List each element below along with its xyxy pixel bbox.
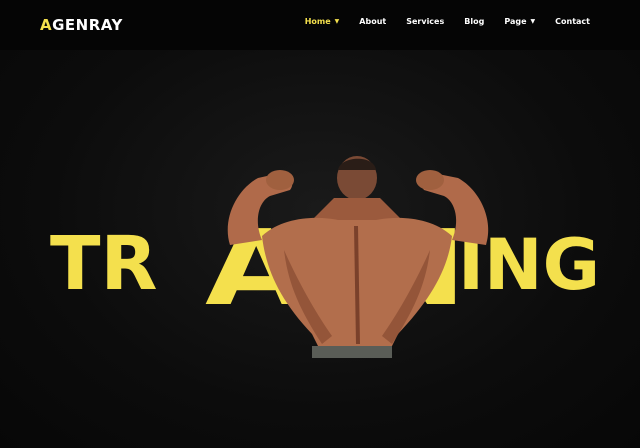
chevron-down-icon: ▼: [334, 17, 340, 25]
nav-blog-label: Blog: [464, 17, 485, 26]
chevron-down-icon: ▼: [530, 17, 536, 25]
main-nav: Home ▼ About Services Blog Page ▼ Contac…: [305, 17, 590, 26]
nav-contact-label: Contact: [555, 17, 590, 26]
hero-word-left: TR: [50, 221, 157, 307]
top-navbar: A GENRAY Home ▼ About Services Blog Page …: [0, 0, 640, 50]
nav-home-label: Home: [304, 17, 331, 26]
nav-services-label: Services: [406, 17, 445, 26]
nav-home[interactable]: Home ▼: [305, 17, 340, 26]
brand-logo[interactable]: A GENRAY: [40, 14, 123, 36]
nav-about-label: About: [359, 17, 387, 26]
brand-logo-accent-letter: A: [40, 16, 53, 34]
nav-about[interactable]: About: [359, 17, 386, 26]
nav-services[interactable]: Services: [406, 17, 444, 26]
brand-logo-text: GENRAY: [52, 16, 123, 34]
nav-contact[interactable]: Contact: [555, 17, 590, 26]
hero-graphic: TR ING AIN: [50, 156, 600, 358]
nav-blog[interactable]: Blog: [464, 17, 484, 26]
nav-page-label: Page: [504, 17, 527, 26]
nav-page[interactable]: Page ▼: [504, 17, 535, 26]
hero-section: TR ING AIN: [0, 50, 640, 448]
